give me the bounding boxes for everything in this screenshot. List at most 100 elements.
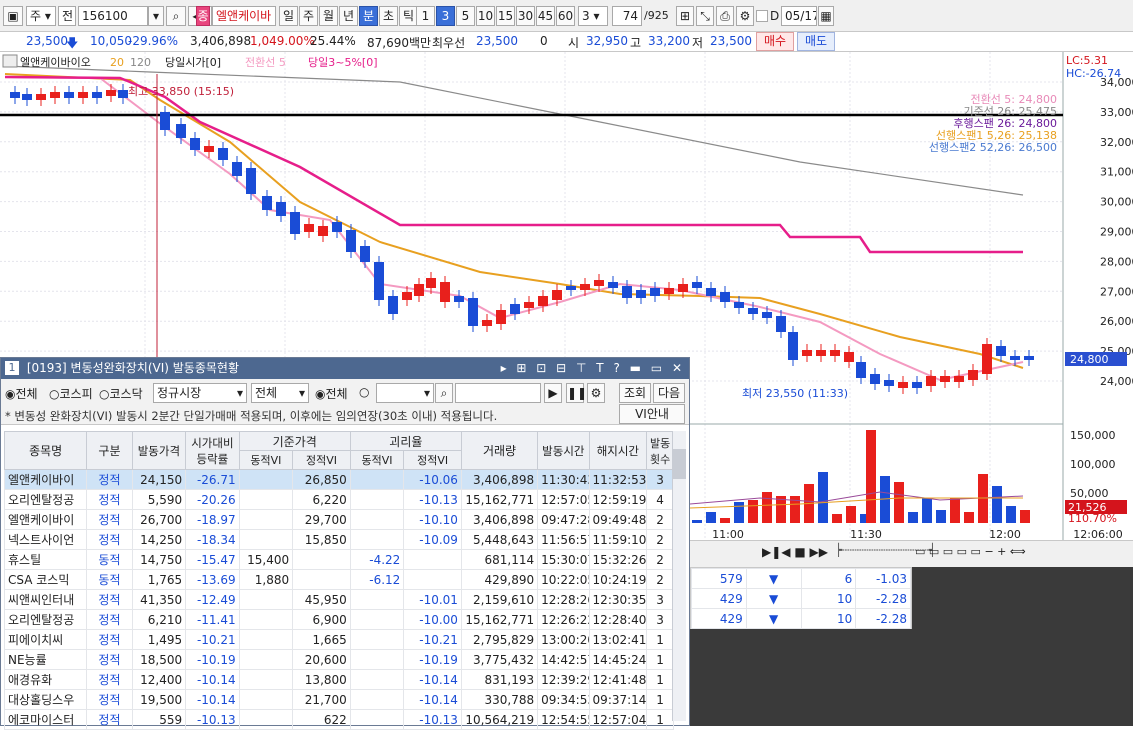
table-row[interactable]: 씨앤씨인터내 정적 41,350 -12.49 45,950 -10.01 2,159,61… (3, 589, 674, 610)
num-15[interactable]: 15 (496, 6, 515, 26)
radio-kosdaq[interactable]: ○코스닥 (99, 385, 143, 402)
period-year[interactable]: 년 (339, 6, 358, 26)
play-icon[interactable]: ▶ (544, 383, 562, 403)
vi-info-button[interactable]: VI안내 (619, 404, 685, 424)
market-select[interactable]: 정규시장 ▾ (153, 383, 247, 403)
table-row[interactable]: 대상홀딩스우 정적 19,500 -10.14 21,700 -10.14 330,788 0… (3, 689, 674, 710)
table-cell: -6.12 (349, 569, 405, 590)
col-gap[interactable]: 괴리율 (349, 431, 462, 451)
col-base-static[interactable]: 정적VI (292, 450, 351, 470)
col-base[interactable]: 기준가격 (238, 431, 351, 451)
period-day[interactable]: 일 (279, 6, 298, 26)
col-base-dynamic[interactable]: 동적VI (238, 450, 294, 470)
num-5[interactable]: 5 (456, 6, 475, 26)
type2-label[interactable]: 전 (58, 6, 76, 26)
favorite-icon[interactable]: 종 (196, 6, 210, 26)
type-select[interactable]: 전체 ▾ (251, 383, 309, 403)
col-type[interactable]: 구분 (86, 431, 133, 470)
period-second[interactable]: 초 (379, 6, 398, 26)
buy-button[interactable]: 매수 (756, 32, 794, 51)
table-cell: 15,850 (292, 529, 351, 550)
chart-icon[interactable]: ⤡ (696, 6, 714, 26)
print-icon[interactable]: ⎙ (716, 6, 734, 26)
table-cell: 정적 (86, 709, 133, 730)
layout-icon[interactable]: ⊞ (676, 6, 694, 26)
date-input[interactable]: 05/17 (781, 6, 817, 26)
col-rate[interactable]: 시가대비등락률 (185, 431, 240, 470)
pause-icon[interactable]: ❚❚ (566, 383, 587, 403)
num-30[interactable]: 30 (516, 6, 535, 26)
window-icon[interactable]: ▣ (3, 6, 23, 26)
table-cell: 2 (646, 509, 674, 530)
table-cell: -10.00 (403, 609, 462, 630)
candle-body (940, 376, 950, 382)
table-row[interactable]: 넥스트사이언 정적 14,250 -18.34 15,850 -10.09 5,448,64… (3, 529, 674, 550)
num-60[interactable]: 60 (556, 6, 575, 26)
code-input[interactable]: 156100 (78, 6, 148, 26)
best-qty: 0 (540, 34, 548, 48)
scroll-thumb[interactable] (673, 449, 686, 479)
stock-select[interactable]: ▾ (376, 383, 434, 403)
count-select[interactable]: 3 ▾ (578, 6, 608, 26)
col-name[interactable]: 종목명 (3, 431, 88, 470)
next-button[interactable]: 다음 (653, 383, 685, 403)
chevron-down-icon[interactable]: ▾ (148, 6, 164, 26)
table-row[interactable]: 휴스틸 동적 14,750 -15.47 15,400 -4.22 681,114 15:30… (3, 549, 674, 570)
num-10[interactable]: 10 (476, 6, 495, 26)
table-row[interactable]: 엘앤케이바이 정적 24,150 -26.71 26,850 -10.06 3,406,89… (3, 469, 674, 490)
candle-body (1024, 356, 1034, 360)
table-cell: 애경유화 (3, 669, 88, 690)
table-row[interactable]: 애경유화 정적 12,400 -10.14 13,800 -10.14 831,193 12:… (3, 669, 674, 690)
table-row[interactable]: CSA 코스믹 동적 1,765 -13.69 1,880 -6.12 429,890 10:… (3, 569, 674, 590)
window-controls-icon[interactable]: ▸ ⊞ ⊡ ⊟ ⊤ T ? ▬ ▭ ✕ (501, 358, 685, 379)
radio-other[interactable]: ○ (359, 385, 369, 399)
down-arrow-icon: ▼ (745, 608, 802, 629)
num-3[interactable]: 3 (436, 6, 455, 26)
col-price[interactable]: 발동가격 (131, 431, 187, 470)
gear-icon[interactable]: ⚙ (736, 6, 754, 26)
table-scrollbar[interactable] (672, 431, 686, 721)
gear-icon[interactable]: ⚙ (587, 383, 605, 403)
table-cell: 12:54:55 (537, 709, 590, 730)
stock-name-input[interactable] (455, 383, 541, 403)
table-row[interactable]: 피에이치씨 정적 1,495 -10.21 1,665 -10.21 2,795,829 13… (3, 629, 674, 650)
col-gap-static[interactable]: 정적VI (403, 450, 462, 470)
radio-all[interactable]: ◉전체 (5, 385, 38, 402)
type-select[interactable]: 주 ▾ (26, 6, 56, 26)
d-checkbox[interactable] (756, 10, 768, 22)
period-month[interactable]: 월 (319, 6, 338, 26)
panel-number: 1 (5, 361, 19, 375)
radio-all-2[interactable]: ◉전체 (315, 385, 348, 402)
period-week[interactable]: 주 (299, 6, 318, 26)
y-tick-label: 26,000 (1100, 315, 1133, 328)
col-count[interactable]: 발동횟수 (646, 431, 674, 470)
candle-body (884, 380, 894, 386)
table-cell: -10.10 (403, 509, 462, 530)
search-icon[interactable]: ⌕ (166, 6, 186, 26)
search-icon[interactable]: ⌕ (435, 383, 453, 403)
chart-tools-icon[interactable]: ▭ ▭ ▭ ▭ ▭ − + ⟺ (915, 545, 1026, 558)
count-input[interactable]: 74 (612, 6, 642, 26)
candle-body (176, 124, 186, 138)
table-row[interactable]: NE능률 정적 18,500 -10.19 20,600 -10.19 3,775,432 1… (3, 649, 674, 670)
table-cell: 12:41:48 (588, 669, 648, 690)
table-row[interactable]: 엘앤케이바이 정적 26,700 -18.97 29,700 -10.10 3,406,89… (3, 509, 674, 530)
radio-kospi[interactable]: ○코스피 (49, 385, 93, 402)
chart-scroll-bar[interactable]: ▶❚◀ ■ ▶▶ ┝┄┄┄┄┄┄┄┄┄┄┄┄┥ ▭ ▭ ▭ ▭ ▭ − + ⟺ (690, 540, 1133, 567)
period-minute[interactable]: 분 (359, 6, 378, 26)
col-start[interactable]: 발동시간 (537, 431, 590, 470)
col-volume[interactable]: 거래량 (460, 431, 539, 470)
col-gap-dynamic[interactable]: 동적VI (349, 450, 405, 470)
sell-button[interactable]: 매도 (797, 32, 835, 51)
stock-name: 엘앤케이바 (212, 6, 276, 26)
table-row[interactable]: 에코마이스터 정적 559 -10.13 622 -10.13 10,564,219 12:5… (3, 709, 674, 730)
table-row[interactable]: 오리엔탈정공 정적 5,590 -20.26 6,220 -10.13 15,162,771… (3, 489, 674, 510)
scroll-controls-icon[interactable]: ▶❚◀ ■ ▶▶ (762, 545, 828, 559)
col-end[interactable]: 해지시간 (588, 431, 648, 470)
calendar-icon[interactable]: ▦ (818, 6, 834, 26)
query-button[interactable]: 조회 (619, 383, 651, 403)
table-cell: 21,700 (292, 689, 351, 710)
num-45[interactable]: 45 (536, 6, 555, 26)
num-1[interactable]: 1 (416, 6, 435, 26)
table-row[interactable]: 오리엔탈정공 정적 6,210 -11.41 6,900 -10.00 15,162,771… (3, 609, 674, 630)
